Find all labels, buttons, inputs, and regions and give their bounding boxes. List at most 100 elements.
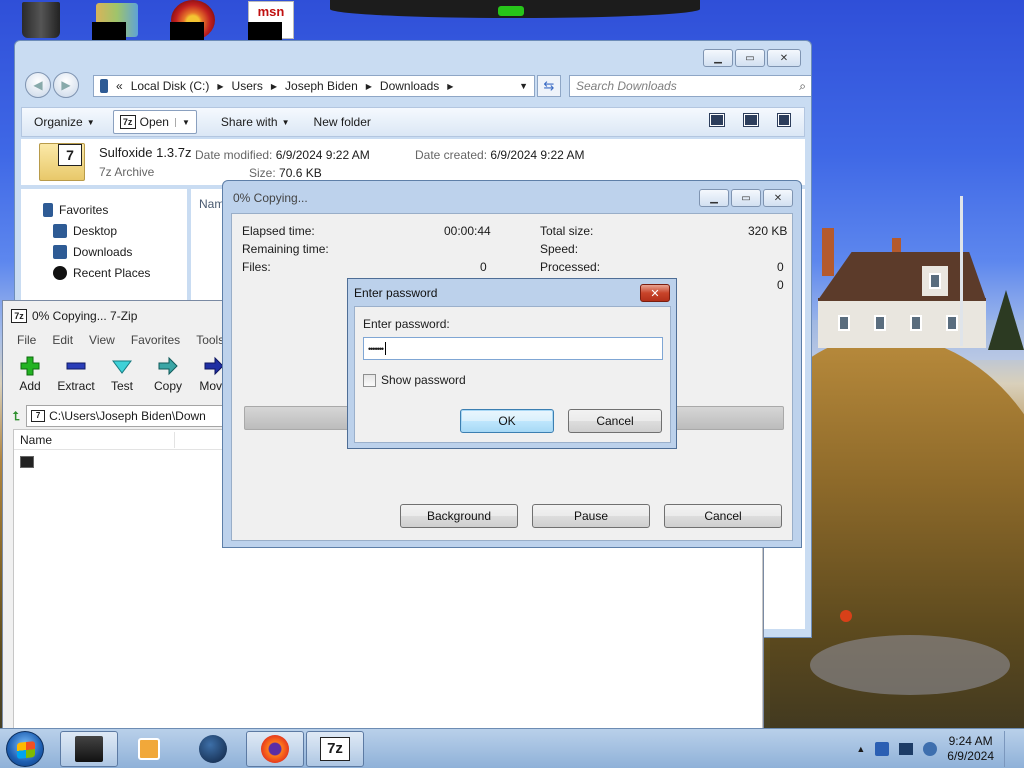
background-button[interactable]: Background <box>400 504 518 528</box>
close-button[interactable]: ✕ <box>640 284 670 302</box>
change-view-icon[interactable] <box>710 114 724 126</box>
show-desktop-button[interactable] <box>1004 731 1014 767</box>
test-button[interactable]: Test <box>105 355 139 393</box>
breadcrumb-users[interactable]: Users <box>232 79 263 93</box>
check-icon <box>112 360 132 374</box>
globe-icon <box>199 735 227 763</box>
file-type: 7z Archive <box>99 165 155 179</box>
close-button[interactable]: ✕ <box>767 49 801 67</box>
processed-label: Processed: <box>540 260 601 274</box>
breadcrumb-downloads[interactable]: Downloads <box>380 79 439 93</box>
refresh-icon[interactable]: ⇆ <box>537 75 561 97</box>
chevron-right-icon[interactable]: ▶ <box>447 82 453 91</box>
tray-expand-icon[interactable]: ▲ <box>856 744 865 754</box>
pause-button[interactable]: Pause <box>532 504 650 528</box>
nav-downloads[interactable]: Downloads <box>53 245 132 259</box>
add-button[interactable]: Add <box>13 355 47 393</box>
network-icon[interactable] <box>875 742 890 756</box>
taskbar: 7z ▲ 9:24 AM 6/9/2024 <box>0 728 1024 768</box>
nav-desktop[interactable]: Desktop <box>53 224 117 238</box>
processed-value: 0 <box>777 260 784 274</box>
7zip-icon: 7z <box>119 115 136 129</box>
cancel-button[interactable]: Cancel <box>568 409 662 433</box>
copy-arrow-icon <box>158 356 178 376</box>
7zip-icon: 7 <box>31 410 46 422</box>
new-folder-button[interactable]: New folder <box>302 110 383 134</box>
7zip-icon: 7z <box>11 309 27 323</box>
taskbar-app-3[interactable] <box>184 731 242 767</box>
help-icon[interactable] <box>778 114 790 126</box>
chevron-right-icon[interactable]: ▶ <box>217 82 223 91</box>
menu-tools[interactable]: Tools <box>196 333 224 347</box>
extra-value: 0 <box>777 278 784 292</box>
volume-icon[interactable] <box>923 742 938 756</box>
star-icon <box>43 203 53 217</box>
breadcrumb-local-disk[interactable]: Local Disk (C:) <box>131 79 210 93</box>
files-label: Files: <box>242 260 271 274</box>
minimize-button[interactable]: ▁ <box>699 189 729 207</box>
nav-favorites[interactable]: Favorites <box>43 203 108 217</box>
forward-button[interactable]: ▶ <box>53 72 79 98</box>
clock[interactable]: 9:24 AM 6/9/2024 <box>947 734 994 764</box>
column-name-header[interactable]: Nam <box>199 197 224 211</box>
file-size: 70.6 KB <box>279 166 322 180</box>
preview-pane-icon[interactable] <box>744 114 758 126</box>
open-button[interactable]: 7z Open ▼ <box>112 110 197 134</box>
breadcrumb-user[interactable]: Joseph Biden <box>285 79 358 93</box>
chevron-right-icon[interactable]: ▶ <box>271 82 277 91</box>
menu-edit[interactable]: Edit <box>52 333 73 347</box>
nav-recent-places[interactable]: Recent Places <box>53 266 150 280</box>
recent-places-icon <box>53 266 67 280</box>
extract-button[interactable]: Extract <box>57 355 95 393</box>
menu-file[interactable]: File <box>17 333 36 347</box>
copy-button[interactable]: Copy <box>151 355 185 393</box>
minus-icon <box>66 362 86 370</box>
search-icon[interactable]: ⌕ <box>799 79 806 94</box>
minimize-button[interactable]: ▁ <box>703 49 733 67</box>
search-input[interactable]: Search Downloads ⌕ <box>569 75 811 97</box>
share-with-button[interactable]: Share with ▼ <box>209 110 302 134</box>
wallpaper-decoration-led <box>498 6 524 16</box>
windows-logo-icon <box>17 741 35 759</box>
total-size-value: 320 KB <box>748 224 788 238</box>
total-size-label: Total size: <box>540 224 594 238</box>
redacted-label <box>170 22 204 40</box>
taskbar-app-1[interactable] <box>60 731 118 767</box>
ok-button[interactable]: OK <box>460 409 554 433</box>
file-row-icon[interactable] <box>20 456 34 468</box>
redacted-label <box>92 22 126 40</box>
back-button[interactable]: ◀ <box>25 72 51 98</box>
maximize-button[interactable]: ▭ <box>731 189 761 207</box>
menu-view[interactable]: View <box>89 333 115 347</box>
up-folder-icon[interactable]: ⮤ <box>13 409 20 424</box>
downloads-icon <box>53 245 67 259</box>
recycle-bin-icon[interactable] <box>18 0 64 40</box>
address-bar[interactable]: « Local Disk (C:) ▶ Users ▶ Joseph Biden… <box>93 75 535 97</box>
start-button[interactable] <box>6 731 44 767</box>
close-button[interactable]: ✕ <box>763 189 793 207</box>
maximize-button[interactable]: ▭ <box>735 49 765 67</box>
plus-icon <box>20 356 40 376</box>
password-dialog: Enter password ✕ Enter password: •••••••… <box>347 278 677 449</box>
command-bar: Organize ▼ 7z Open ▼ Share with ▼ New folder <box>21 107 805 137</box>
address-dropdown-icon[interactable]: ▼ <box>519 81 528 91</box>
taskbar-7zip[interactable]: 7z <box>306 731 364 767</box>
password-input[interactable]: ••••••• <box>363 337 663 360</box>
media-player-icon <box>138 738 160 760</box>
app-icon <box>75 736 103 762</box>
firefox-icon <box>261 735 289 763</box>
display-icon[interactable] <box>899 743 914 755</box>
remaining-label: Remaining time: <box>242 242 329 256</box>
file-name: Sulfoxide 1.3.7z <box>99 145 192 160</box>
cancel-button[interactable]: Cancel <box>664 504 782 528</box>
desktop-icon <box>53 224 67 238</box>
elapsed-label: Elapsed time: <box>242 224 315 238</box>
menu-favorites[interactable]: Favorites <box>131 333 180 347</box>
taskbar-firefox[interactable] <box>246 731 304 767</box>
toolbar: Add Extract Test Copy Move <box>13 355 231 393</box>
show-password-checkbox[interactable]: Show password <box>363 373 466 387</box>
taskbar-media-player[interactable] <box>120 731 178 767</box>
date-created: 6/9/2024 9:22 AM <box>490 148 585 162</box>
organize-button[interactable]: Organize ▼ <box>22 110 107 134</box>
chevron-right-icon[interactable]: ▶ <box>366 82 372 91</box>
